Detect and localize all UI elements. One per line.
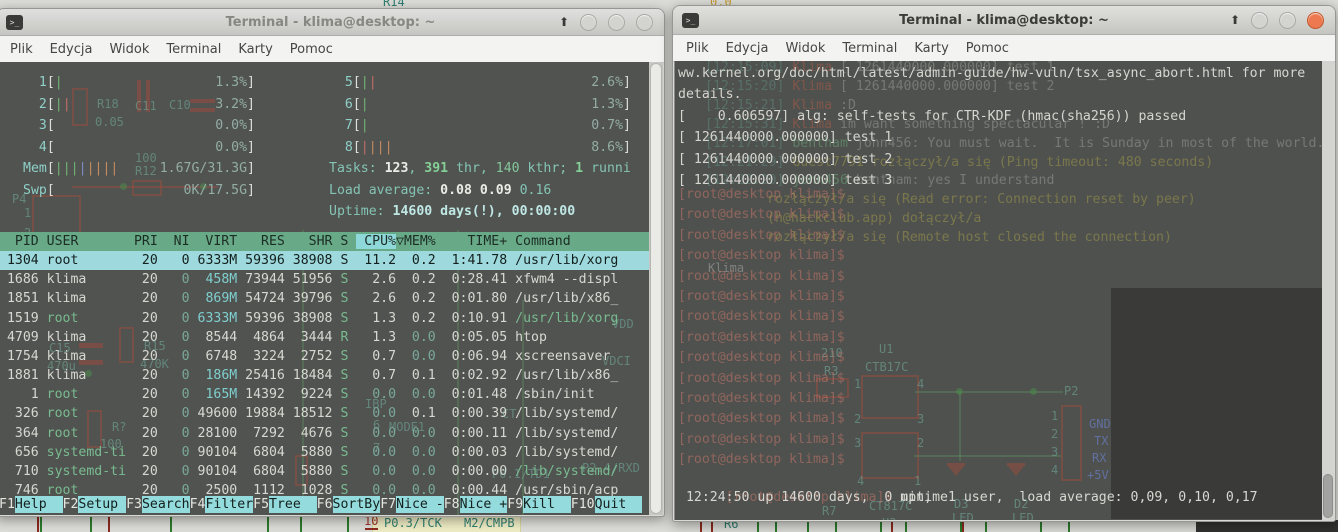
- fkey-action-sortby[interactable]: SortBy: [333, 496, 381, 513]
- process-row[interactable]: 4709 klima 20 0 8544 4864 3444 R 1.3 0.0…: [0, 328, 649, 347]
- ghost-irc-line: rozłączył/a się (Remote host closed the …: [767, 228, 1172, 247]
- schematic-shape-RH: [365, 528, 378, 530]
- process-row[interactable]: 1754 klima 20 0 6748 3224 2752 S 0.7 0.0…: [0, 347, 649, 366]
- terminal-window-console: >_ Terminal - klima@desktop: ~ ⬆ Plik Edy…: [672, 5, 1336, 522]
- cpu-meter-3: 3[0.0%]: [23, 115, 255, 136]
- keep-above-icon[interactable]: ⬆: [559, 15, 569, 29]
- scrollbar[interactable]: [1322, 61, 1334, 520]
- menu-item-edycja[interactable]: Edycja: [726, 41, 769, 56]
- process-row[interactable]: 656 systemd-ti 20 0 90104 6804 5880 S 0.…: [0, 443, 649, 462]
- terminal-window-htop: >_ Terminal - klima@desktop: ~ ⬆ Plik Edy…: [0, 8, 665, 517]
- close-button[interactable]: [636, 14, 653, 31]
- ghost-irc-line: (h@hackclub.app) dołączył/a: [767, 209, 981, 228]
- menu-item-terminal[interactable]: Terminal: [166, 42, 221, 57]
- minimize-button[interactable]: [580, 14, 597, 31]
- scrollbar[interactable]: [649, 62, 663, 515]
- tasks-summary: Tasks: 123, 391 thr, 140 kthr; 1 runni: [329, 158, 631, 179]
- fkey-f1[interactable]: F1: [0, 496, 15, 513]
- fkey-f6[interactable]: F6: [317, 496, 333, 513]
- cpu-meter-8: 8[||||8.6%]: [329, 137, 631, 158]
- process-row[interactable]: 326 root 20 0 49600 19884 18512 S 0.0 0.…: [0, 404, 649, 423]
- process-row[interactable]: 1519 root 20 0 6333M 59396 38908 S 1.3 0…: [0, 309, 649, 328]
- fkey-f7[interactable]: F7: [380, 496, 396, 513]
- menu-bar: Plik Edycja Widok Terminal Karty Pomoc: [0, 36, 664, 63]
- close-button[interactable]: [1307, 12, 1324, 29]
- fkey-f2[interactable]: F2: [63, 496, 79, 513]
- menu-item-widok[interactable]: Widok: [785, 41, 825, 56]
- console-output: ww.kernel.org/doc/html/latest/admin-guid…: [678, 63, 1305, 191]
- fkey-f10[interactable]: F10: [571, 496, 595, 513]
- menu-item-plik[interactable]: Plik: [686, 41, 709, 56]
- cpu-meter-1: 1[|1.3%]: [23, 72, 255, 93]
- ghost-irc-line: rozłączył/a się (Read error: Connection …: [767, 190, 1196, 209]
- terminal-app-icon: >_: [682, 13, 699, 28]
- keep-above-icon[interactable]: ⬆: [1230, 13, 1240, 27]
- schematic-label: P0.3/TCK: [384, 517, 442, 530]
- fkey-action-search[interactable]: Search: [142, 496, 190, 513]
- process-row[interactable]: 1 root 20 0 165M 14392 9224 S 0.0 0.0 0:…: [0, 385, 649, 404]
- htop-ui-layer: 1[|1.3%] 2[||3.2%] 3[0.0%] 4[0.0%] 5[||2…: [0, 62, 649, 515]
- menu-item-karty[interactable]: Karty: [914, 41, 948, 56]
- fkey-f9[interactable]: F9: [507, 496, 523, 513]
- titlebar[interactable]: >_ Terminal - klima@desktop: ~ ⬆: [673, 6, 1335, 35]
- console-terminal-content[interactable]: Klima210R3U1CTB17CP2142332411234GNDTXRX+…: [674, 61, 1322, 520]
- menu-bar: Plik Edycja Widok Terminal Karty Pomoc: [673, 35, 1335, 62]
- swap-meter: Swp[0K/17.5G]: [23, 180, 255, 201]
- fkey-action-kill[interactable]: Kill: [523, 496, 571, 513]
- fkey-action-tree[interactable]: Tree: [269, 496, 317, 513]
- fkey-action-nice[interactable]: Nice +: [460, 496, 508, 513]
- cpu-meter-6: 6[|1.3%]: [329, 94, 631, 115]
- fkey-f8[interactable]: F8: [444, 496, 460, 513]
- process-row[interactable]: 1881 klima 20 0 186M 25416 18484 S 0.7 0…: [0, 366, 649, 385]
- schematic-label: M2/CMPB: [464, 517, 515, 530]
- scrollbar-handle[interactable]: [650, 63, 662, 514]
- menu-item-terminal[interactable]: Terminal: [842, 41, 897, 56]
- process-row[interactable]: 710 systemd-ti 20 0 90104 6804 5880 S 0.…: [0, 462, 649, 481]
- terminal-app-icon: >_: [6, 15, 23, 30]
- desktop: { "left_window": { "title": "Terminal - …: [0, 0, 1338, 532]
- fkey-f4[interactable]: F4: [190, 496, 206, 513]
- menu-item-pomoc[interactable]: Pomoc: [290, 42, 333, 57]
- process-row[interactable]: 1304 root 20 0 6333M 59396 38908 S 11.2 …: [0, 251, 649, 270]
- titlebar[interactable]: >_ Terminal - klima@desktop: ~ ⬆: [0, 9, 664, 36]
- scrollbar-handle[interactable]: [1323, 474, 1333, 518]
- process-row[interactable]: 364 root 20 0 28100 7292 4676 S 0.0 0.0 …: [0, 424, 649, 443]
- fkey-action-quit[interactable]: Quit: [595, 496, 643, 513]
- htop-terminal-content: R180.05C11C10100R12P412C15470uR15470KR?1…: [0, 62, 649, 515]
- process-table-header[interactable]: PID USER PRI NI VIRT RES SHR S CPU%▽MEM%…: [0, 232, 649, 251]
- process-row[interactable]: 1686 klima 20 0 458M 73944 51956 S 2.6 0…: [0, 270, 649, 289]
- menu-item-edycja[interactable]: Edycja: [50, 42, 93, 57]
- function-key-bar: F1Help F2Setup F3SearchF4FilterF5Tree F6…: [0, 496, 649, 513]
- minimize-button[interactable]: [1251, 12, 1268, 29]
- cpu-meter-5: 5[||2.6%]: [329, 72, 631, 93]
- current-prompt-line[interactable]: [root@desktop klima]$: [678, 505, 909, 520]
- menu-item-plik[interactable]: Plik: [10, 42, 33, 57]
- menu-item-karty[interactable]: Karty: [238, 42, 272, 57]
- uptime-command-line: [root@desktop klima]$ uptime: [678, 466, 948, 487]
- cpu-meter-4: 4[0.0%]: [23, 137, 255, 158]
- menu-item-pomoc[interactable]: Pomoc: [966, 41, 1009, 56]
- memory-meter: Mem[||||||||1.67G/31.3G]: [23, 158, 255, 179]
- menu-item-widok[interactable]: Widok: [109, 42, 149, 57]
- fkey-action-filter[interactable]: Filter: [205, 496, 253, 513]
- fkey-action-nice[interactable]: Nice -: [396, 496, 444, 513]
- maximize-button[interactable]: [608, 14, 625, 31]
- maximize-button[interactable]: [1279, 12, 1296, 29]
- cpu-meter-7: 7[|0.7%]: [329, 115, 631, 136]
- fkey-action-help[interactable]: Help: [15, 496, 63, 513]
- process-row[interactable]: 1851 klima 20 0 869M 54724 39796 S 2.6 0…: [0, 289, 649, 308]
- fkey-f5[interactable]: F5: [253, 496, 269, 513]
- uptime-summary: Uptime: 14600 days(!), 00:00:00: [329, 201, 575, 222]
- load-average: Load average: 0.08 0.09 0.16: [329, 180, 551, 201]
- fkey-action-setup[interactable]: Setup: [78, 496, 126, 513]
- fkey-f3[interactable]: F3: [126, 496, 142, 513]
- cpu-meter-2: 2[||3.2%]: [23, 94, 255, 115]
